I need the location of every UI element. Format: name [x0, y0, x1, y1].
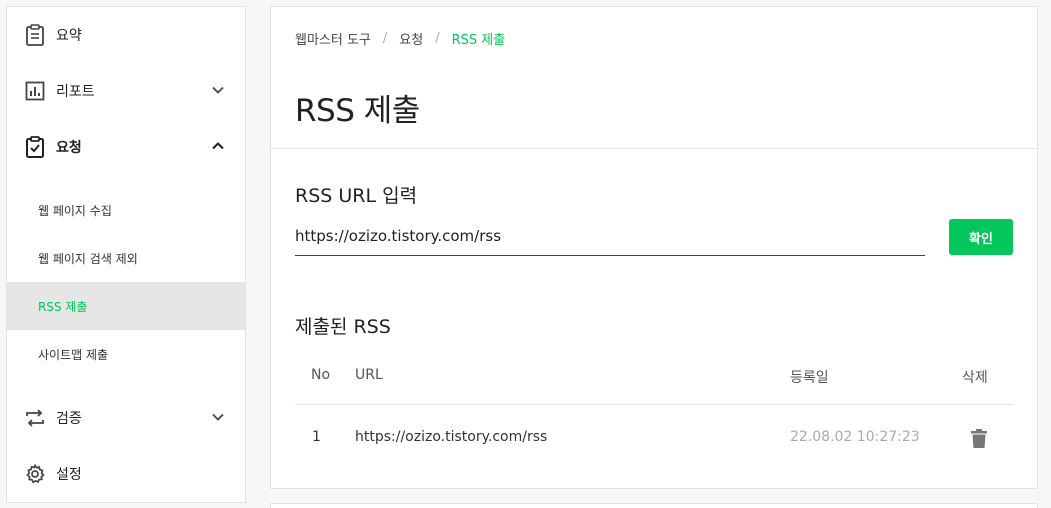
bar-chart-icon	[24, 80, 46, 102]
cell-url: https://ozizo.tistory.com/rss	[355, 429, 548, 445]
chevron-down-icon	[211, 410, 225, 424]
main-panel: 웹마스터 도구 / 요청 / RSS 제출 RSS 제출 RSS URL 입력 …	[270, 6, 1038, 489]
breadcrumb-current: RSS 제출	[451, 33, 506, 48]
sidebar-subitem-sitemap-submit[interactable]: 사이트맵 제출	[7, 330, 245, 378]
next-panel-edge	[270, 503, 1038, 508]
breadcrumb-separator: /	[435, 31, 440, 46]
sidebar-item-label: 리포트	[56, 84, 95, 100]
sidebar-item-label: 요약	[56, 28, 82, 44]
breadcrumb: 웹마스터 도구 / 요청 / RSS 제출	[295, 29, 505, 48]
page-title: RSS 제출	[295, 93, 420, 129]
sidebar-item-label: 설정	[56, 467, 82, 483]
sidebar-item-label: 요청	[56, 140, 82, 156]
sidebar-subitem-web-page-collect[interactable]: 웹 페이지 수집	[7, 186, 245, 234]
breadcrumb-separator: /	[382, 31, 388, 46]
breadcrumb-item[interactable]: 웹마스터 도구	[295, 29, 371, 48]
sidebar-item-request[interactable]: 요청	[7, 119, 245, 175]
sidebar-item-report[interactable]: 리포트	[7, 63, 245, 119]
repeat-arrows-icon	[24, 407, 46, 429]
sidebar-item-label: 검증	[56, 411, 82, 427]
gear-icon	[24, 463, 46, 485]
column-header-date: 등록일	[790, 370, 829, 386]
column-header-url: URL	[355, 367, 383, 383]
chevron-up-icon	[211, 139, 225, 153]
sidebar-item-summary[interactable]: 요약	[7, 7, 245, 63]
confirm-button[interactable]: 확인	[949, 219, 1013, 255]
rss-url-label: RSS URL 입력	[295, 185, 418, 207]
submitted-rss-title: 제출된 RSS	[295, 316, 391, 338]
clipboard-check-icon	[24, 136, 46, 158]
cell-no: 1	[312, 429, 321, 445]
sidebar-subitem-web-page-exclude[interactable]: 웹 페이지 검색 제외	[7, 234, 245, 282]
chevron-down-icon	[211, 83, 225, 97]
cell-date: 22.08.02 10:27:23	[790, 429, 920, 445]
sidebar: 요약 리포트 요청 웹 페이지 수집 웹 페이지 검색 제외 RSS 제출 사이…	[6, 6, 246, 503]
clipboard-icon	[24, 24, 46, 46]
table-divider	[295, 404, 1013, 405]
sidebar-subitem-rss-submit[interactable]: RSS 제출	[7, 282, 245, 330]
trash-icon[interactable]	[971, 429, 987, 448]
rss-url-input[interactable]	[295, 220, 925, 256]
sidebar-item-settings[interactable]: 설정	[7, 446, 245, 502]
divider	[271, 148, 1037, 149]
sidebar-item-verify[interactable]: 검증	[7, 390, 245, 446]
breadcrumb-item[interactable]: 요청	[399, 29, 423, 48]
column-header-delete: 삭제	[962, 370, 988, 386]
column-header-no: No	[311, 367, 331, 383]
